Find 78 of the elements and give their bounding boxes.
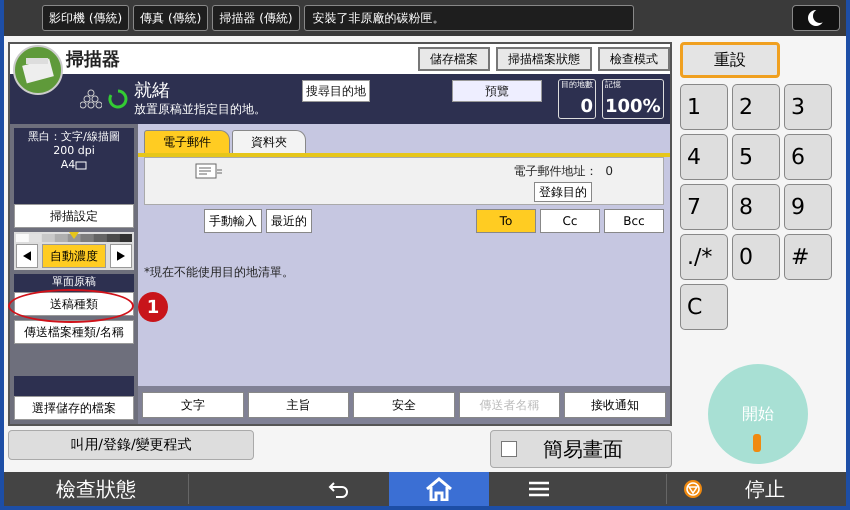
paper-icon — [75, 160, 88, 170]
checkbox[interactable] — [501, 441, 517, 457]
keypad-key[interactable]: 2 — [732, 84, 780, 130]
address-count: 0 — [605, 164, 613, 178]
option-button[interactable]: 接收通知 — [564, 392, 666, 418]
address-label: 電子郵件地址： — [513, 164, 598, 178]
keypad-key[interactable]: 9 — [784, 184, 832, 230]
app-tab[interactable]: 傳真 (傳統) — [133, 5, 208, 31]
option-button[interactable]: 主旨 — [248, 392, 350, 418]
tab[interactable]: 資料夾 — [232, 130, 306, 153]
option-button[interactable]: 安全 — [353, 392, 455, 418]
search-destination-button[interactable]: 搜尋目的地 — [302, 80, 370, 102]
keypad-key[interactable]: 1 — [680, 84, 728, 130]
app-tab[interactable]: 掃描器 (傳統) — [212, 5, 300, 31]
spinner-icon — [108, 89, 128, 109]
keypad-key[interactable]: C — [680, 284, 728, 330]
envelope-icon — [195, 162, 223, 180]
right-arrow-icon — [117, 250, 125, 262]
recipient-type-button[interactable]: Bcc — [604, 209, 664, 233]
start-indicator — [753, 434, 761, 452]
status-text: 就緒 — [134, 81, 171, 101]
app-tab[interactable]: 影印機 (傳統) — [42, 5, 130, 31]
header-button[interactable]: 掃描檔案狀態 — [496, 47, 592, 71]
check-status-button[interactable]: 檢查狀態 — [4, 474, 189, 504]
darker-button[interactable] — [110, 244, 132, 268]
option-button[interactable]: 文字 — [142, 392, 244, 418]
keypad-key[interactable]: ./* — [680, 234, 728, 280]
counter-value: 100% — [605, 96, 661, 118]
keypad-key[interactable]: 6 — [784, 134, 832, 180]
left-arrow-icon — [23, 250, 31, 262]
recipient-type-button[interactable]: Cc — [540, 209, 600, 233]
scan-settings-button[interactable]: 掃描設定 — [14, 204, 134, 228]
tab[interactable]: 電子郵件 — [144, 130, 230, 153]
preview-button[interactable]: 預覽 — [452, 80, 542, 102]
original-label: 單面原稿 — [14, 274, 134, 292]
keypad-key[interactable]: 4 — [680, 134, 728, 180]
app-title: 掃描器 — [66, 48, 120, 72]
keypad-key[interactable]: 0 — [732, 234, 780, 280]
keypad-key[interactable]: 3 — [784, 84, 832, 130]
home-icon — [425, 477, 453, 501]
header-button[interactable]: 儲存檔案 — [418, 47, 490, 71]
simple-screen-label: 簡易畫面 — [543, 436, 623, 463]
original-type-button[interactable]: 送稿種類 — [14, 292, 134, 316]
message-field[interactable]: 安裝了非原廠的碳粉匣。 — [304, 5, 634, 31]
back-icon — [328, 480, 350, 498]
auto-density-button[interactable]: 自動濃度 — [42, 244, 106, 268]
summary-text: 黑白：文字/線描圖 — [28, 130, 120, 143]
summary-text: A4 — [60, 158, 76, 171]
energy-saver-button[interactable] — [792, 5, 840, 31]
notice-text: *現在不能使用目的地清單。 — [143, 264, 295, 281]
stop-label: 停止 — [745, 476, 785, 503]
stop-icon — [683, 479, 703, 499]
home-button[interactable] — [389, 472, 489, 506]
program-button[interactable]: 叫用/登錄/變更程式 — [8, 430, 254, 460]
menu-icon — [529, 481, 549, 497]
start-label: 開始 — [742, 404, 774, 423]
summary-text: 200 dpi — [53, 144, 95, 157]
register-destination-button[interactable]: 登錄目的 — [534, 182, 592, 202]
keypad-key[interactable]: 7 — [680, 184, 728, 230]
entry-button[interactable]: 手動輸入 — [204, 209, 262, 233]
instruction-text: 放置原稿並指定目的地。 — [134, 101, 266, 117]
entry-button[interactable]: 最近的 — [266, 209, 312, 233]
keypad-key[interactable]: 8 — [732, 184, 780, 230]
simple-screen-button[interactable]: 簡易畫面 — [490, 430, 672, 468]
file-type-button[interactable]: 傳送檔案種類/名稱 — [14, 320, 134, 344]
keypad-key[interactable]: 5 — [732, 134, 780, 180]
recipient-type-button[interactable]: To — [476, 209, 536, 233]
counter-label: 目的地數 — [561, 80, 593, 90]
reset-button[interactable]: 重設 — [680, 42, 780, 78]
toner-dots-icon — [80, 89, 102, 109]
keypad-key[interactable]: # — [784, 234, 832, 280]
counter-value: 0 — [579, 96, 593, 118]
stop-button[interactable]: 停止 — [666, 474, 846, 504]
lighter-button[interactable] — [16, 244, 38, 268]
stored-file-button[interactable]: 選擇儲存的檔案 — [14, 396, 134, 420]
counter-label: 記憶 — [605, 80, 622, 90]
moon-icon — [808, 9, 824, 27]
header-button[interactable]: 檢查模式 — [598, 47, 670, 71]
